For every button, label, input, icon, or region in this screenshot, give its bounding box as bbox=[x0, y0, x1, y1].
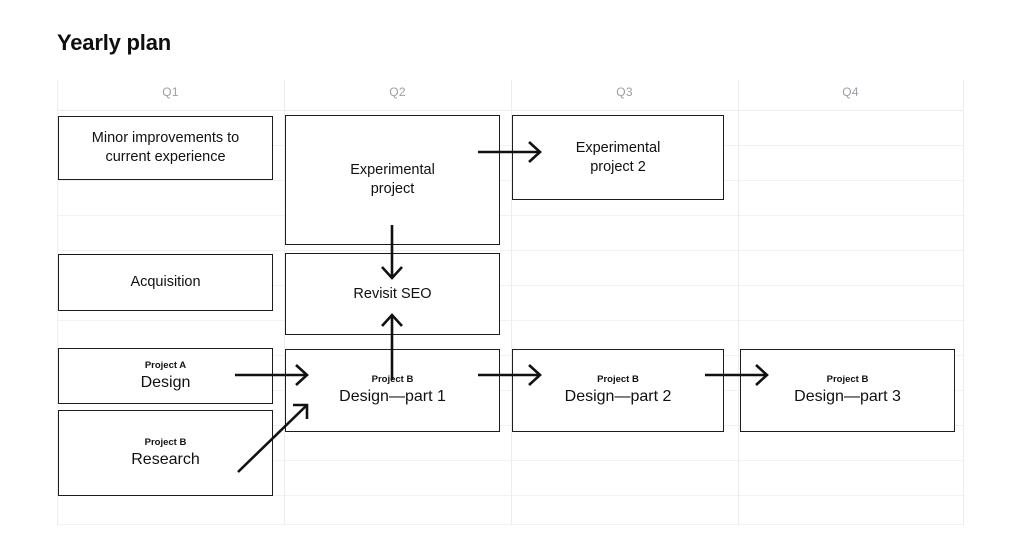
column-header-q1: Q1 bbox=[162, 85, 179, 99]
card-eyebrow: Project B bbox=[144, 436, 187, 448]
gridline-vertical bbox=[963, 80, 964, 525]
card-title: Design—part 1 bbox=[339, 388, 446, 405]
card-title: Acquisition bbox=[130, 274, 201, 290]
card-acquisition[interactable]: Acquisition bbox=[58, 254, 273, 311]
card-title: Research bbox=[131, 450, 200, 468]
card-project-a-design[interactable]: Project A Design bbox=[58, 348, 273, 404]
card-title: Revisit SEO bbox=[353, 285, 432, 302]
column-header-q2: Q2 bbox=[389, 85, 406, 99]
card-project-b-research[interactable]: Project B Research bbox=[58, 410, 273, 496]
gridline-vertical bbox=[738, 80, 739, 525]
card-project-b-design-part-3[interactable]: Project B Design—part 3 bbox=[740, 349, 955, 432]
card-title: Design bbox=[140, 373, 191, 391]
card-experimental-project[interactable]: Experimental project bbox=[285, 115, 500, 245]
card-minor-improvements[interactable]: Minor improvements to current experience bbox=[58, 116, 273, 180]
card-eyebrow: Project B bbox=[597, 374, 639, 385]
column-header-q4: Q4 bbox=[842, 85, 859, 99]
card-title: Design—part 3 bbox=[794, 388, 901, 405]
card-eyebrow: Project B bbox=[371, 374, 414, 385]
card-title: Minor improvements to current experience bbox=[91, 130, 240, 165]
card-eyebrow: Project A bbox=[144, 359, 187, 371]
card-title: Experimental project bbox=[350, 162, 435, 197]
card-title: Design—part 2 bbox=[564, 388, 672, 405]
card-title: Experimental project 2 bbox=[575, 139, 661, 175]
plan-grid: Q1 Q2 Q3 Q4 Minor improvements to curren… bbox=[57, 80, 964, 525]
column-header-q3: Q3 bbox=[616, 85, 633, 99]
card-project-b-design-part-2[interactable]: Project B Design—part 2 bbox=[512, 349, 724, 432]
card-project-b-design-part-1[interactable]: Project B Design—part 1 bbox=[285, 349, 500, 432]
card-revisit-seo[interactable]: Revisit SEO bbox=[285, 253, 500, 335]
page-title: Yearly plan bbox=[57, 30, 171, 55]
card-experimental-project-2[interactable]: Experimental project 2 bbox=[512, 115, 724, 200]
card-eyebrow: Project B bbox=[826, 374, 869, 385]
